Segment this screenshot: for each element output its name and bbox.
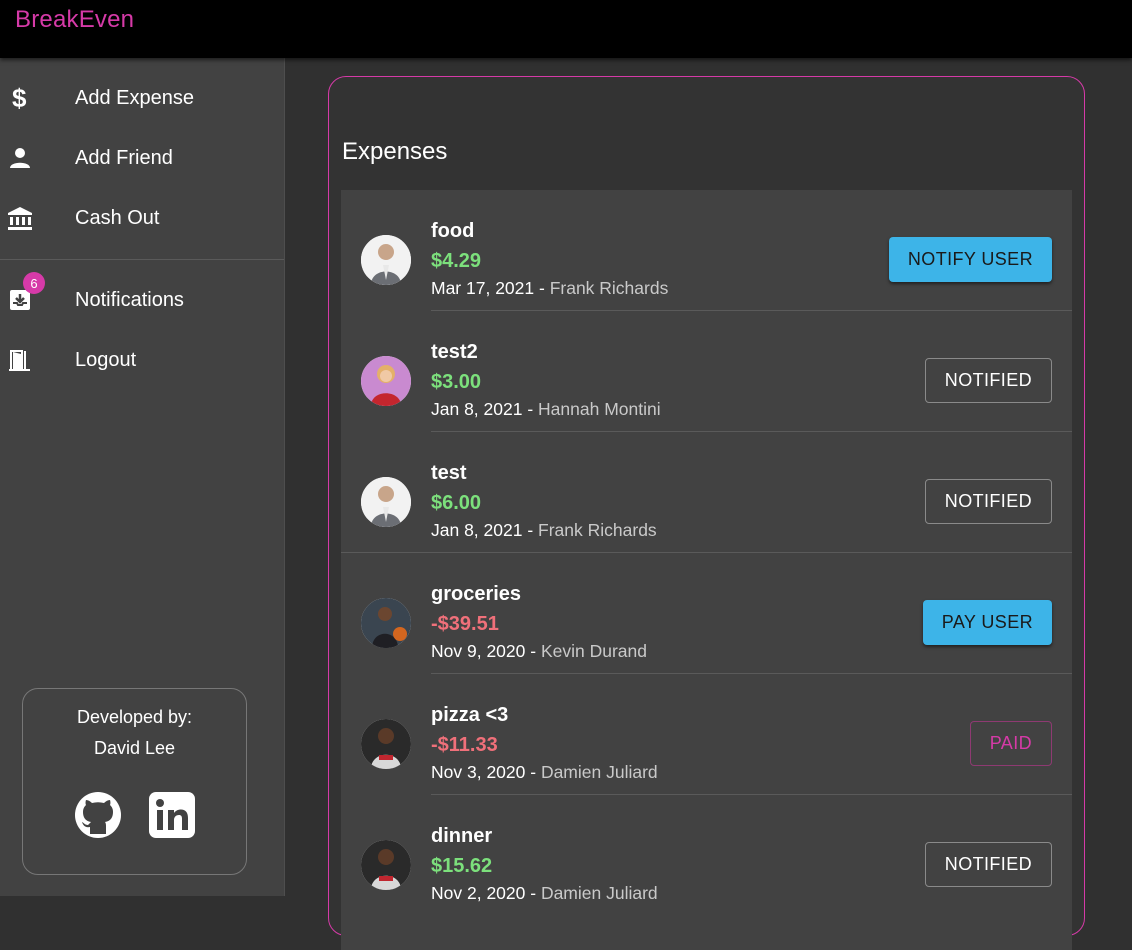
pay-user-button[interactable]: PAY USER (922, 600, 1052, 645)
meta-separator: - (534, 278, 550, 298)
expense-title: test2 (431, 341, 478, 363)
expenses-panel: Expenses food $4.29 Mar 17, 2021 - Frank… (328, 76, 1085, 950)
meta-separator: - (525, 883, 541, 903)
sidebar-item-cash-out[interactable]: Cash Out (0, 188, 284, 248)
expense-title: food (431, 220, 475, 242)
expense-amount: $4.29 (431, 250, 482, 272)
app-bar: BreakEven (0, 0, 1132, 58)
sidebar-item-label: Add Expense (75, 86, 194, 109)
expense-row: food $4.29 Mar 17, 2021 - Frank Richards… (341, 190, 1072, 311)
meta-separator: - (525, 762, 541, 782)
expense-amount: -$39.51 (431, 613, 499, 635)
expense-meta: Nov 2, 2020 - Damien Juliard (431, 883, 658, 904)
avatar (361, 598, 411, 648)
expense-row: test $6.00 Jan 8, 2021 - Frank Richards … (341, 432, 1072, 553)
expense-amount: $6.00 (431, 492, 482, 514)
dollar-icon: $ (6, 84, 34, 112)
notification-badge: 6 (23, 272, 45, 294)
notified-button[interactable]: NOTIFIED (924, 358, 1052, 403)
expense-person: Damien Juliard (540, 762, 658, 782)
expense-amount: $3.00 (431, 371, 482, 393)
expense-date: Jan 8, 2021 (431, 399, 523, 419)
expense-date: Nov 9, 2020 (431, 641, 526, 661)
expense-row: groceries -$39.51 Nov 9, 2020 - Kevin Du… (341, 553, 1072, 674)
person-icon (6, 144, 34, 172)
expense-title: dinner (431, 825, 493, 847)
expense-title: test (431, 462, 467, 484)
sidebar-divider (0, 259, 284, 260)
sidebar-item-notifications[interactable]: 6 Notifications (0, 270, 284, 330)
avatar (361, 477, 411, 527)
avatar (361, 719, 411, 769)
sidebar-item-label: Notifications (75, 288, 184, 311)
sidebar-item-label: Add Friend (75, 146, 173, 169)
meta-separator: - (522, 520, 539, 540)
paid-button[interactable]: PAID (969, 721, 1052, 766)
github-icon[interactable] (74, 791, 122, 839)
sidebar-item-logout[interactable]: Logout (0, 330, 284, 390)
expense-date: Jan 8, 2021 (431, 520, 523, 540)
expense-title: groceries (431, 583, 522, 605)
page-title: Expenses (342, 138, 448, 165)
developer-name: David Lee (93, 738, 176, 758)
developer-card: Developed by: David Lee (22, 688, 247, 875)
expense-person: Kevin Durand (540, 641, 647, 661)
bank-icon (6, 204, 34, 232)
expense-date: Mar 17, 2021 (431, 278, 535, 298)
sidebar-item-add-expense[interactable]: $ Add Expense (0, 68, 284, 128)
avatar (361, 840, 411, 890)
linkedin-icon[interactable] (148, 791, 196, 839)
expense-person: Damien Juliard (540, 883, 658, 903)
expense-meta: Mar 17, 2021 - Frank Richards (431, 278, 668, 299)
door-icon (6, 346, 34, 374)
avatar (361, 235, 411, 285)
expense-meta: Jan 8, 2021 - Hannah Montini (431, 399, 661, 420)
developer-title: Developed by: (76, 707, 193, 727)
expense-person: Hannah Montini (538, 399, 661, 419)
expense-amount: -$11.33 (431, 734, 498, 756)
sidebar-item-label: Cash Out (75, 206, 160, 229)
expense-row: test2 $3.00 Jan 8, 2021 - Hannah Montini… (341, 311, 1072, 432)
expense-amount: $15.62 (431, 855, 493, 877)
meta-separator: - (525, 641, 541, 661)
notified-button[interactable]: NOTIFIED (924, 842, 1052, 887)
expense-row: pizza <3 -$11.33 Nov 3, 2020 - Damien Ju… (341, 674, 1072, 795)
inbox-icon: 6 (6, 272, 45, 314)
expense-row: dinner $15.62 Nov 2, 2020 - Damien Julia… (341, 795, 1072, 916)
expense-list: food $4.29 Mar 17, 2021 - Frank Richards… (341, 190, 1072, 950)
notify-user-button[interactable]: NOTIFY USER (888, 237, 1052, 282)
meta-separator: - (522, 399, 539, 419)
expense-title: pizza <3 (431, 704, 509, 726)
avatar (361, 356, 411, 406)
expense-meta: Jan 8, 2021 - Frank Richards (431, 520, 657, 541)
sidebar-item-add-friend[interactable]: Add Friend (0, 128, 284, 188)
expense-meta: Nov 3, 2020 - Damien Juliard (431, 762, 658, 783)
svg-text:$: $ (12, 85, 27, 111)
expense-person: Frank Richards (549, 278, 669, 298)
expense-meta: Nov 9, 2020 - Kevin Durand (431, 641, 647, 662)
expense-date: Nov 2, 2020 (431, 883, 526, 903)
sidebar-item-label: Logout (75, 348, 137, 371)
notified-button[interactable]: NOTIFIED (924, 479, 1052, 524)
expense-date: Nov 3, 2020 (431, 762, 526, 782)
app-title[interactable]: BreakEven (15, 6, 134, 34)
sidebar: $ Add Expense Add Friend Cash Out 6 Noti… (0, 58, 285, 896)
expense-person: Frank Richards (538, 520, 657, 540)
